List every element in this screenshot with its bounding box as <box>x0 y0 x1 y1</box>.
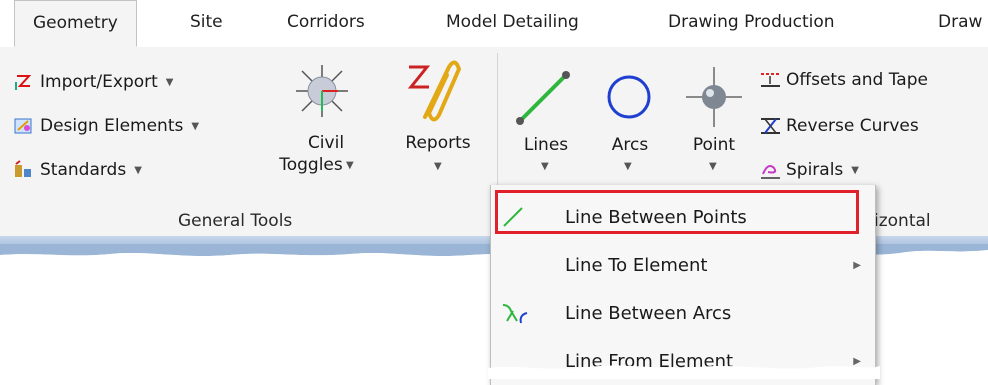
lines-icon[interactable] <box>512 65 576 129</box>
reverse-curves-button[interactable]: Reverse Curves <box>760 113 919 139</box>
import-export-label: Import/Export <box>40 72 158 92</box>
import-export-button[interactable]: Import/Export ▼ <box>14 69 174 95</box>
import-export-icon <box>14 72 34 92</box>
reports-icon[interactable] <box>405 59 462 123</box>
standards-label: Standards <box>40 160 127 180</box>
point-icon[interactable] <box>684 65 744 129</box>
chevron-down-icon: ▼ <box>134 164 142 176</box>
tab-geometry[interactable]: Geometry <box>14 0 137 47</box>
menu-item-label: Line To Element <box>565 254 708 276</box>
spirals-icon <box>760 160 780 180</box>
civil-toggles-label-line2[interactable]: Toggles <box>276 155 346 175</box>
tab-site[interactable]: Site <box>190 12 223 32</box>
menu-torn-edge <box>488 365 880 379</box>
chevron-down-icon[interactable]: ▼ <box>541 161 549 172</box>
chevron-down-icon: ▼ <box>165 76 174 88</box>
civil-toggles-icon[interactable] <box>290 61 354 121</box>
tab-model-detailing[interactable]: Model Detailing <box>446 12 579 32</box>
chevron-down-icon: ▼ <box>191 120 200 132</box>
reverse-curves-label: Reverse Curves <box>786 116 919 136</box>
design-elements-button[interactable]: Design Elements ▼ <box>14 113 199 139</box>
submenu-arrow-icon: ▶ <box>853 259 861 271</box>
offsets-tapers-label: Offsets and Tape <box>786 70 928 90</box>
chevron-down-icon[interactable]: ▼ <box>709 161 717 172</box>
offsets-tapers-icon <box>760 70 780 90</box>
ribbon-tab-strip: Geometry Site Corridors Model Detailing … <box>0 0 988 48</box>
spirals-button[interactable]: Spirals ▼ <box>760 157 859 183</box>
chevron-down-icon[interactable]: ▼ <box>346 160 354 171</box>
horizontal-group-label: izontal <box>874 211 931 231</box>
tab-drawing-production[interactable]: Drawing Production <box>668 12 835 32</box>
menu-item-line-between-arcs[interactable]: Line Between Arcs <box>491 291 875 335</box>
reports-label[interactable]: Reports <box>396 133 480 153</box>
tab-corridors[interactable]: Corridors <box>287 12 365 32</box>
spirals-label: Spirals <box>786 160 844 180</box>
highlight-box <box>495 190 859 234</box>
chevron-down-icon[interactable]: ▼ <box>434 161 442 172</box>
civil-toggles-label-line1: Civil <box>307 133 345 153</box>
design-elements-icon <box>14 116 34 136</box>
offsets-tapers-button[interactable]: Offsets and Tape <box>760 67 928 93</box>
menu-item-label: Line Between Arcs <box>565 302 732 324</box>
general-tools-group-label: General Tools <box>178 211 293 231</box>
standards-button[interactable]: Standards ▼ <box>14 157 142 183</box>
point-label[interactable]: Point <box>684 135 744 155</box>
design-elements-label: Design Elements <box>40 116 184 136</box>
standards-icon <box>14 160 34 180</box>
menu-item-line-to-element[interactable]: Line To Element ▶ <box>491 243 875 287</box>
chevron-down-icon[interactable]: ▼ <box>624 161 632 172</box>
lines-label[interactable]: Lines <box>516 135 576 155</box>
reverse-curves-icon <box>760 116 780 136</box>
line-between-arcs-icon <box>501 301 528 325</box>
arcs-icon[interactable] <box>604 67 654 127</box>
arcs-label[interactable]: Arcs <box>604 135 656 155</box>
tab-drawing-more[interactable]: Draw <box>938 12 982 32</box>
chevron-down-icon: ▼ <box>851 164 859 176</box>
